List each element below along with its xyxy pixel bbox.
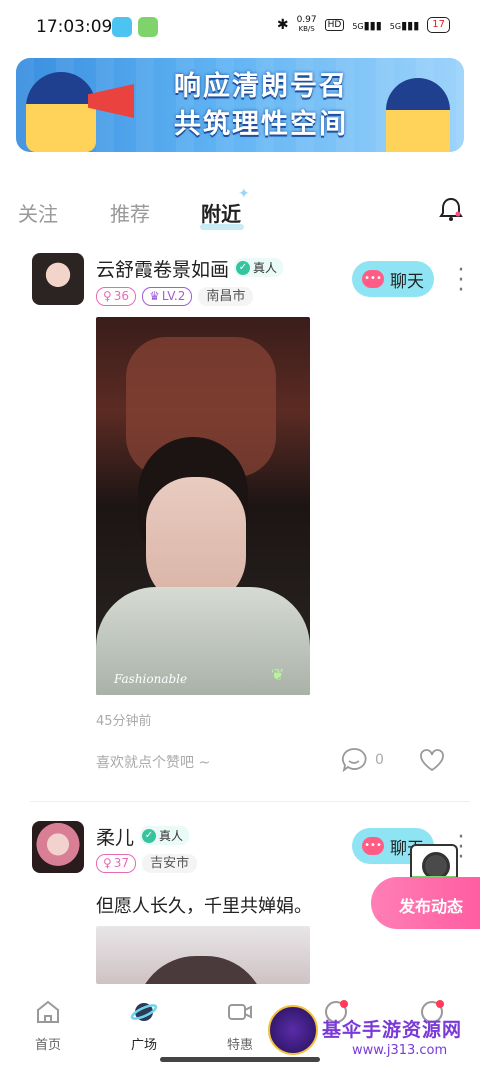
verified-badge: ✓ 真人 [234, 258, 284, 277]
city-tag: 南昌市 [198, 287, 254, 306]
heart-icon[interactable] [418, 747, 446, 773]
banner-girl-illustration [26, 72, 96, 152]
photo-caption: Fashionable [114, 672, 188, 686]
video-icon [228, 1004, 252, 1020]
watermark-url: www.j313.com [352, 1043, 448, 1058]
avatar[interactable] [32, 821, 84, 873]
tab-recommend[interactable]: 推荐 [110, 198, 150, 227]
avatar[interactable] [32, 253, 84, 305]
comment-icon[interactable] [340, 746, 368, 774]
network-speed: 0.97 KB/S [296, 15, 317, 34]
status-bar: 17:03:09 ✱ 0.97 KB/S HD 5G▮▮▮ 5G▮▮▮ 17 [0, 0, 480, 56]
age-badge: ♀ 37 [96, 854, 137, 873]
post-divider [30, 801, 470, 802]
sparkle-icon: ✦ [238, 186, 250, 202]
planet-icon [130, 1003, 158, 1021]
butterfly-icon: ❦ [271, 665, 285, 684]
signal-icon-1: 5G▮▮▮ [352, 18, 382, 32]
promo-banner[interactable]: 响应清朗号召 共筑理性空间 [16, 58, 464, 152]
age-badge: ♀ 36 [96, 287, 137, 306]
home-icon [37, 1000, 59, 1023]
nav-home[interactable]: 首页 [8, 998, 88, 1053]
post-time: 45分钟前 [96, 714, 152, 729]
like-prompt: 喜欢就点个赞吧 ~ [96, 755, 211, 771]
chat-bubble-icon: ••• [362, 270, 384, 288]
more-options-icon[interactable]: · · · [456, 260, 466, 302]
system-icons: ✱ 0.97 KB/S HD 5G▮▮▮ 5G▮▮▮ 17 [277, 16, 450, 34]
check-icon: ✓ [236, 260, 250, 275]
watermark-title: 基伞手游资源网 [322, 1019, 463, 1041]
gender-icon: ♀ [103, 289, 112, 303]
user-tags: ♀ 37 吉安市 [96, 854, 198, 873]
clock: 17:03:09 [36, 17, 113, 37]
battery-icon: 17 [427, 17, 450, 33]
username[interactable]: 云舒霞卷景如画 [96, 255, 229, 282]
level-badge: ♛ LV.2 [142, 287, 193, 306]
signal-icon-2: 5G▮▮▮ [389, 18, 420, 32]
crown-icon: ♛ [149, 289, 160, 303]
check-icon: ✓ [142, 828, 156, 843]
hd-icon: HD [324, 19, 345, 31]
banner-slogan: 响应清朗号召 共筑理性空间 [174, 71, 348, 140]
tab-follow[interactable]: 关注 [18, 198, 58, 227]
bluetooth-icon: ✱ [276, 17, 289, 33]
publish-post-button[interactable]: 发布动态 [371, 877, 480, 929]
comment-count: 0 [375, 752, 384, 768]
chat-bubble-icon: ••• [362, 837, 384, 855]
chat-button[interactable]: ••• 聊天 [352, 261, 434, 297]
city-tag: 吉安市 [142, 854, 198, 873]
watermark-logo-icon [268, 1005, 318, 1055]
banner-woman-illustration [386, 78, 450, 152]
gender-icon: ♀ [103, 856, 112, 870]
app-icon-2 [138, 17, 158, 37]
user-tags: ♀ 36 ♛ LV.2 南昌市 [96, 287, 254, 306]
post-text: 但愿人长久，千里共婵娟。 [96, 896, 312, 917]
home-indicator [160, 1057, 320, 1062]
tab-nearby[interactable]: 附近 [201, 198, 241, 227]
verified-badge: ✓ 真人 [140, 826, 190, 845]
nav-square[interactable]: 广场 [104, 998, 184, 1053]
post-photo[interactable] [96, 926, 310, 984]
username[interactable]: 柔儿 [96, 823, 134, 850]
app-icon-1 [112, 17, 132, 37]
bell-icon[interactable] [437, 195, 465, 223]
post-photo[interactable]: Fashionable ❦ [96, 317, 310, 695]
app-notification-icons [112, 17, 158, 37]
photo-hair [136, 956, 266, 984]
